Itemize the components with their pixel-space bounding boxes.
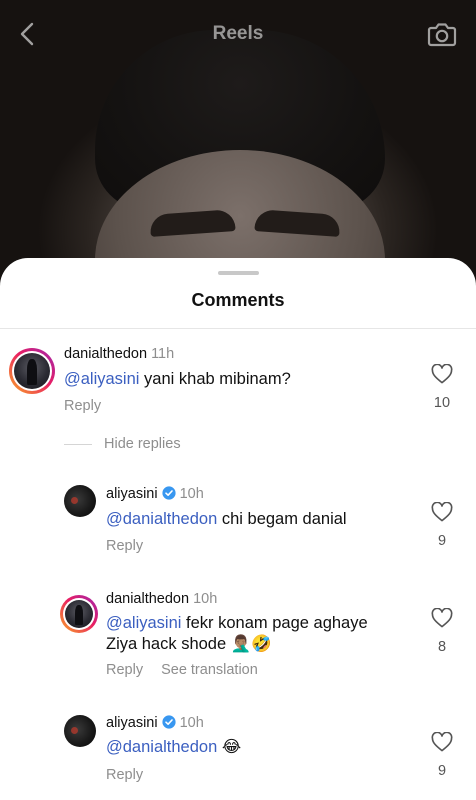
comment-time: 10h — [193, 591, 218, 607]
mention-link[interactable]: @danialthedon — [106, 738, 217, 756]
mention-link[interactable]: @aliyasini — [64, 370, 139, 388]
comment-time: 10h — [179, 486, 204, 502]
comment-username[interactable]: aliyasini 10h — [106, 486, 204, 502]
comment-body-line2: Ziya hack shode 🤦🏽‍♂️🤣 — [106, 635, 272, 653]
like-count: 9 — [437, 763, 447, 779]
comment-text: @aliyasini yani khab mibinam? — [64, 369, 291, 390]
avatar[interactable] — [64, 715, 96, 747]
comment-body: fekr konam page aghaye — [181, 614, 368, 632]
like-count: 9 — [437, 533, 447, 549]
mention-link[interactable]: @danialthedon — [106, 510, 217, 528]
page-title: Reels — [212, 23, 264, 44]
heart-icon[interactable] — [431, 607, 453, 628]
verified-badge-icon — [161, 715, 176, 729]
avatar[interactable] — [60, 595, 98, 633]
like-control: 9 — [427, 731, 457, 779]
comments-sheet: Comments danialthedon 11h @aliyasini yani… — [0, 258, 476, 800]
see-translation-button[interactable]: See translation — [161, 662, 258, 678]
camera-icon[interactable] — [426, 18, 458, 50]
comment-text: @danialthedon 😂 — [106, 737, 241, 758]
comment-actions: Reply — [106, 538, 161, 554]
hide-replies-button[interactable]: Hide replies — [64, 436, 181, 452]
comment-time: 10h — [179, 715, 204, 731]
hide-replies-label: Hide replies — [104, 436, 181, 452]
comment-text: @aliyasini fekr konam page aghaye Ziya h… — [106, 613, 368, 655]
chevron-left-icon[interactable] — [14, 20, 42, 48]
comment-body: 😂 — [217, 738, 242, 756]
comment-username[interactable]: aliyasini 10h — [106, 715, 204, 731]
comment-username[interactable]: danialthedon 11h — [64, 346, 174, 362]
comment-actions: Reply See translation — [106, 662, 276, 678]
comment-body: chi begam danial — [217, 510, 347, 528]
divider — [64, 443, 92, 445]
mention-link[interactable]: @aliyasini — [106, 614, 181, 632]
heart-icon[interactable] — [431, 501, 453, 522]
username-text[interactable]: aliyasini — [106, 486, 158, 502]
heart-icon[interactable] — [431, 363, 453, 384]
comment-username[interactable]: danialthedon 10h — [106, 591, 217, 607]
avatar[interactable] — [9, 348, 55, 394]
like-control: 8 — [427, 607, 457, 655]
like-control: 9 — [427, 501, 457, 549]
reply-button[interactable]: Reply — [106, 538, 143, 554]
comment-body: yani khab mibinam? — [139, 370, 291, 388]
comment-text: @danialthedon chi begam danial — [106, 509, 347, 530]
like-count: 10 — [433, 395, 451, 411]
reply-button[interactable]: Reply — [106, 662, 143, 678]
like-control: 10 — [427, 363, 457, 411]
top-bar: Reels — [0, 0, 476, 68]
divider — [0, 328, 476, 329]
username-text[interactable]: danialthedon — [64, 346, 147, 362]
username-text[interactable]: aliyasini — [106, 715, 158, 731]
comments-title: Comments — [191, 290, 285, 310]
comment-actions: Reply — [64, 398, 119, 414]
like-count: 8 — [437, 639, 447, 655]
reply-button[interactable]: Reply — [64, 398, 101, 414]
heart-icon[interactable] — [431, 731, 453, 752]
sheet-drag-handle[interactable] — [218, 271, 259, 275]
avatar[interactable] — [64, 485, 96, 517]
comment-time: 11h — [151, 346, 175, 362]
username-text[interactable]: danialthedon — [106, 591, 189, 607]
verified-badge-icon — [161, 486, 176, 500]
reply-button[interactable]: Reply — [106, 767, 143, 783]
comment-actions: Reply — [106, 767, 161, 783]
